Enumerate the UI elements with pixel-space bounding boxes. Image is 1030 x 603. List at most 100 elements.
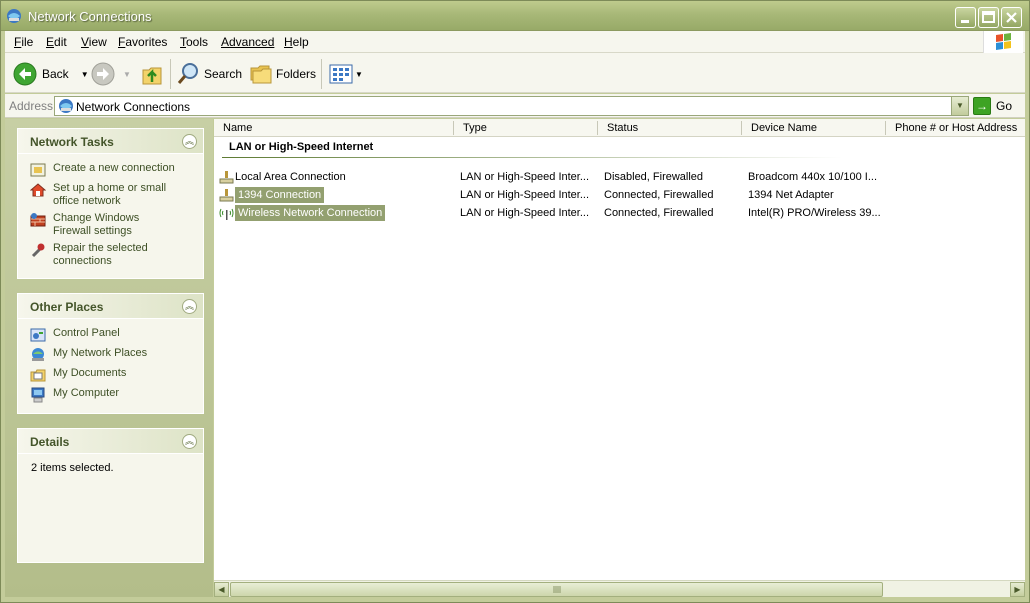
network-connections-icon: [7, 9, 21, 23]
back-label: Back: [42, 67, 69, 81]
collapse-chevron-icon[interactable]: ︽: [182, 434, 197, 449]
new-connection-icon: [30, 163, 46, 177]
table-row[interactable]: Local Area Connection LAN or High-Speed …: [214, 169, 1025, 187]
task-create-new-connection[interactable]: Create a new connection: [18, 162, 203, 177]
forward-button[interactable]: ▼: [91, 61, 131, 87]
menu-favorites-label: avorites: [125, 35, 168, 49]
collapse-chevron-icon[interactable]: ︽: [182, 134, 197, 149]
connection-type: LAN or High-Speed Inter...: [460, 171, 590, 183]
connection-device: Intel(R) PRO/Wireless 39...: [748, 207, 881, 219]
place-control-panel[interactable]: Control Panel: [18, 327, 203, 342]
up-folder-icon: [142, 67, 162, 85]
task-label: Change Windows Firewall settings: [53, 212, 140, 237]
connection-name[interactable]: 1394 Connection: [235, 187, 325, 203]
menu-bar: File Edit View Favorites Tools Advanced …: [5, 31, 1025, 53]
address-label: Address: [9, 99, 54, 113]
search-button[interactable]: Search: [176, 61, 242, 87]
menu-tools[interactable]: Tools: [180, 35, 208, 49]
column-divider[interactable]: [885, 121, 886, 135]
maximize-button[interactable]: [978, 7, 999, 28]
title-bar[interactable]: Network Connections: [1, 1, 1029, 31]
menu-file-label: ile: [21, 35, 34, 49]
connection-status: Disabled, Firewalled: [604, 171, 704, 183]
task-firewall-settings[interactable]: Change Windows Firewall settings: [18, 212, 173, 238]
folders-button[interactable]: Folders: [249, 61, 316, 87]
task-repair-connections[interactable]: Repair the selected connections: [18, 242, 168, 268]
menu-view[interactable]: View: [81, 35, 107, 49]
table-row[interactable]: 1394 Connection LAN or High-Speed Inter.…: [214, 187, 1025, 205]
views-button[interactable]: ▼: [329, 61, 363, 87]
menu-file[interactable]: File: [14, 35, 33, 49]
back-dropdown-icon[interactable]: ▼: [81, 70, 89, 79]
group-divider: [222, 157, 842, 158]
go-button[interactable]: → Go: [973, 96, 1012, 116]
address-field[interactable]: Network Connections ▼: [54, 96, 969, 116]
connection-device: 1394 Net Adapter: [748, 189, 834, 201]
address-dropdown-button[interactable]: ▼: [951, 97, 968, 115]
table-row[interactable]: Wireless Network Connection LAN or High-…: [214, 205, 1025, 223]
lan-connection-icon: [219, 189, 234, 202]
documents-icon: [30, 369, 46, 382]
place-my-network-places[interactable]: My Network Places: [18, 347, 203, 361]
connection-device: Broadcom 440x 10/100 I...: [748, 171, 878, 183]
menu-advanced-label: Advanced: [221, 35, 275, 49]
menu-view-mnemonic: V: [81, 35, 89, 49]
group-title: LAN or High-Speed Internet: [229, 141, 374, 153]
column-name[interactable]: Name: [223, 122, 252, 134]
windows-flag-icon: [996, 33, 1011, 50]
forward-dropdown-icon[interactable]: ▼: [123, 70, 131, 79]
place-my-documents[interactable]: My Documents: [18, 367, 203, 382]
search-label: Search: [204, 67, 243, 81]
chevron-down-icon: ▼: [956, 101, 964, 110]
connection-name[interactable]: Local Area Connection: [235, 171, 346, 183]
menu-view-label: iew: [88, 35, 107, 49]
network-tasks-header[interactable]: Network Tasks ︽: [18, 129, 203, 154]
column-phone-host[interactable]: Phone # or Host Address: [895, 122, 1017, 134]
scroll-right-button[interactable]: ▶: [1010, 582, 1025, 597]
minimize-button[interactable]: [955, 7, 976, 28]
other-places-header[interactable]: Other Places ︽: [18, 294, 203, 319]
menu-edit[interactable]: Edit: [46, 35, 67, 49]
column-status[interactable]: Status: [607, 122, 638, 134]
horizontal-scrollbar[interactable]: ◀ ▶: [214, 580, 1025, 597]
minimize-icon: [961, 20, 969, 23]
connection-name[interactable]: Wireless Network Connection: [235, 205, 386, 221]
toolbar-separator: [170, 59, 171, 89]
close-button[interactable]: [1001, 7, 1022, 28]
task-label: Set up a home or small office network: [53, 182, 167, 207]
views-icon: [329, 64, 353, 84]
network-places-icon: [32, 348, 44, 361]
menu-advanced[interactable]: Advanced: [221, 35, 274, 49]
maximize-icon: [982, 11, 995, 23]
column-divider[interactable]: [741, 121, 742, 135]
column-divider[interactable]: [453, 121, 454, 135]
scroll-left-button[interactable]: ◀: [214, 582, 229, 597]
computer-icon: [31, 387, 45, 403]
window: Network Connections File Edit View Favor…: [0, 0, 1030, 603]
views-dropdown-icon[interactable]: ▼: [355, 70, 363, 79]
place-my-computer[interactable]: My Computer: [18, 387, 203, 403]
column-type[interactable]: Type: [463, 122, 487, 134]
menu-help[interactable]: Help: [284, 35, 309, 49]
other-places-title: Other Places: [30, 300, 104, 314]
folders-label: Folders: [276, 67, 317, 81]
back-button[interactable]: Back ▼: [13, 61, 89, 87]
go-label: Go: [996, 99, 1013, 113]
menu-tools-label: ools: [186, 35, 209, 49]
task-home-network[interactable]: Set up a home or small office network: [18, 182, 168, 208]
collapse-chevron-icon[interactable]: ︽: [182, 299, 197, 314]
place-label: My Network Places: [53, 347, 148, 359]
details-header[interactable]: Details ︽: [18, 429, 203, 454]
connections-list[interactable]: Name Type Status Device Name Phone # or …: [214, 119, 1025, 597]
network-tasks-title: Network Tasks: [30, 135, 114, 149]
chevron-left-icon: ◀: [218, 585, 225, 594]
scroll-thumb[interactable]: [230, 582, 883, 597]
task-label: Create a new connection: [53, 162, 175, 174]
toolbar-separator: [321, 59, 322, 89]
firewall-icon: [30, 213, 46, 227]
column-device-name[interactable]: Device Name: [751, 122, 817, 134]
column-divider[interactable]: [597, 121, 598, 135]
menu-favorites[interactable]: Favorites: [118, 35, 167, 49]
up-folder-button[interactable]: [141, 61, 163, 87]
grip-icon: [553, 586, 561, 593]
